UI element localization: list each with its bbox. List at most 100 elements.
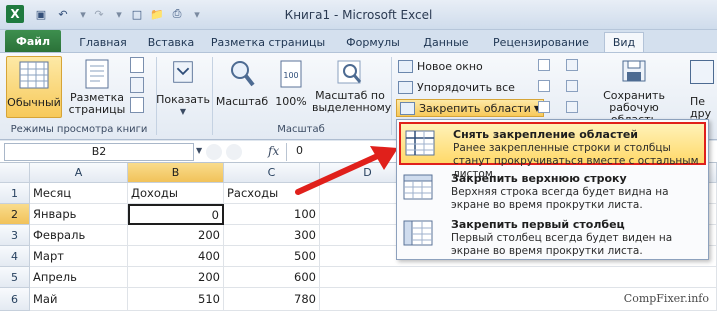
split-icon[interactable] [538, 59, 550, 71]
cell-c5[interactable]: 600 [224, 267, 320, 288]
zoom-100-label: 100% [275, 95, 307, 108]
cell-b5[interactable]: 200 [128, 267, 224, 288]
hide-window-icon[interactable] [538, 80, 550, 92]
normal-view-button[interactable]: Обычный [6, 56, 62, 118]
zoom-100-button[interactable]: 100 100% [272, 56, 310, 118]
view-side-by-side-icon[interactable] [566, 59, 578, 71]
row-header-2[interactable]: 2 [0, 204, 30, 225]
new-window-label: Новое окно [417, 59, 483, 73]
menu-item-description: Первый столбец всегда будет виден на экр… [451, 232, 673, 257]
cell-a2[interactable]: Январь [30, 204, 128, 225]
save-workspace-icon [622, 60, 646, 82]
cell-c6[interactable]: 780 [224, 288, 320, 311]
cell-b1[interactable]: Доходы [128, 183, 224, 204]
column-header-a[interactable]: A [30, 163, 128, 183]
cell-d5[interactable] [320, 267, 717, 288]
cell-b2-active[interactable]: 0 [128, 204, 224, 225]
full-screen-icon[interactable] [130, 97, 144, 113]
enter-icon[interactable] [226, 144, 242, 160]
cell-b3[interactable]: 200 [128, 225, 224, 246]
menu-item-title: Закрепить верхнюю строку [451, 172, 627, 185]
cell-c3[interactable]: 300 [224, 225, 320, 246]
row-header-4[interactable]: 4 [0, 246, 30, 267]
freeze-first-column-icon [403, 220, 433, 246]
new-window-button[interactable]: Новое окно [398, 57, 483, 75]
title-bar: X ▣ ↶ ▾ ↷ ▾ □ 📁 ⎙ ▾ Книга1 - Microsoft E… [0, 0, 717, 30]
cell-b4[interactable]: 400 [128, 246, 224, 267]
freeze-top-row-icon [403, 174, 433, 200]
zoom-selection-icon [337, 60, 362, 84]
red-arrow-annotation [295, 146, 398, 195]
arrange-all-button[interactable]: Упорядочить все [398, 78, 515, 96]
cell-a6[interactable]: Май [30, 288, 128, 311]
row-header-6[interactable]: 6 [0, 288, 30, 311]
insert-function-icon[interactable]: fx [268, 144, 279, 158]
cell-a5[interactable]: Апрель [30, 267, 128, 288]
row-header-3[interactable]: 3 [0, 225, 30, 246]
unhide-window-icon[interactable] [538, 101, 550, 113]
zoom-button[interactable]: Масштаб [214, 56, 270, 118]
tab-home[interactable]: Главная [72, 32, 134, 52]
cell-c4[interactable]: 500 [224, 246, 320, 267]
tab-file[interactable]: Файл [5, 30, 61, 52]
cancel-icon[interactable] [206, 144, 222, 160]
arrange-all-icon [398, 80, 413, 94]
menu-item-title: Закрепить первый столбец [451, 218, 625, 231]
new-window-icon [398, 59, 413, 73]
show-label: Показать [156, 93, 210, 106]
zoom-to-selection-button[interactable]: Масштаб по выделенному [312, 56, 392, 118]
name-box[interactable]: B2 [4, 143, 194, 161]
freeze-panes-icon [400, 101, 415, 115]
row-header-5[interactable]: 5 [0, 267, 30, 288]
ribbon-separator [212, 57, 213, 135]
freeze-panes-button[interactable]: Закрепить области ▼ [396, 99, 544, 117]
show-button[interactable]: Показать ▼ [156, 56, 210, 118]
views-group-label: Режимы просмотра книги [10, 124, 148, 135]
cell-a3[interactable]: Февраль [30, 225, 128, 246]
show-dropdown-icon: ▼ [179, 107, 187, 116]
menu-item-freeze-first-column[interactable]: Закрепить первый столбец Первый столбец … [399, 214, 706, 258]
zoom-label: Масштаб [215, 95, 269, 108]
tab-formulas[interactable]: Формулы [338, 32, 408, 52]
cell-b6[interactable]: 510 [128, 288, 224, 311]
tab-review[interactable]: Рецензирование [486, 32, 596, 52]
custom-views-icon[interactable] [130, 77, 144, 93]
cell-a1[interactable]: Месяц [30, 183, 128, 204]
tab-insert[interactable]: Вставка [140, 32, 202, 52]
unfreeze-panes-icon [405, 130, 435, 156]
arrange-all-label: Упорядочить все [417, 80, 515, 94]
normal-view-label: Обычный [7, 96, 61, 109]
menu-item-unfreeze-panes[interactable]: Снять закрепление областей Ранее закрепл… [399, 122, 706, 180]
zoom-group-label: Масштаб [277, 124, 325, 135]
name-box-dropdown-icon[interactable]: ▼ [196, 146, 202, 155]
row-header-1[interactable]: 1 [0, 183, 30, 204]
zoom-selection-label: Масштаб по выделенному [312, 89, 392, 114]
tab-data[interactable]: Данные [414, 32, 478, 52]
freeze-panes-label: Закрепить области [419, 101, 531, 115]
tab-page-layout[interactable]: Разметка страницы [208, 32, 328, 52]
menu-item-title: Снять закрепление областей [453, 128, 639, 141]
column-header-b[interactable]: B [128, 163, 224, 183]
show-icon [173, 61, 193, 83]
magnifier-icon [231, 61, 255, 87]
cell-a4[interactable]: Март [30, 246, 128, 267]
formula-divider [286, 143, 287, 161]
save-workspace-button[interactable]: Сохранить рабочую область [590, 56, 678, 126]
page-layout-label: Разметка страницы [68, 91, 126, 116]
page-break-preview-icon[interactable] [130, 57, 144, 73]
select-all-corner[interactable] [0, 163, 30, 183]
window-title: Книга1 - Microsoft Excel [284, 8, 433, 22]
menu-item-freeze-top-row[interactable]: Закрепить верхнюю строку Верхняя строка … [399, 168, 706, 212]
sync-scroll-icon[interactable] [566, 80, 578, 92]
zoom-100-icon: 100 [280, 60, 302, 88]
switch-windows-button[interactable]: Пе дру [690, 56, 717, 126]
cell-c2[interactable]: 100 [224, 204, 320, 225]
tab-view[interactable]: Вид [604, 32, 644, 52]
page-layout-view-button[interactable]: Разметка страницы [68, 56, 126, 118]
reset-position-icon[interactable] [566, 101, 578, 113]
normal-view-icon [19, 61, 49, 89]
page-layout-icon [85, 59, 109, 89]
watermark-text: CompFixer.info [623, 292, 709, 305]
freeze-panes-menu: Снять закрепление областей Ранее закрепл… [396, 119, 709, 260]
ribbon-separator [391, 57, 392, 135]
